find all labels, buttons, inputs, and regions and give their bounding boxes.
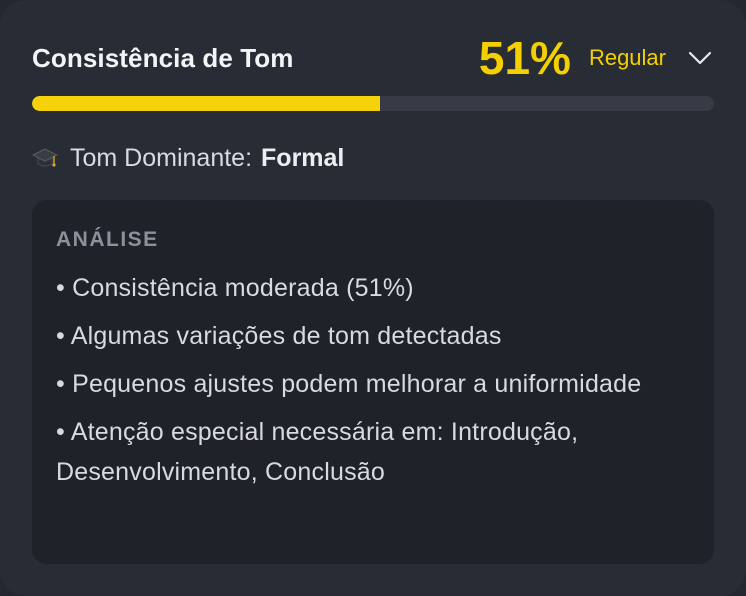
analysis-panel: ANÁLISE • Consistência moderada (51%) • … [32,200,714,564]
dominant-tone-value: Formal [261,143,345,172]
list-item: • Consistência moderada (51%) [56,274,414,302]
chevron-down-icon[interactable] [688,46,712,70]
analysis-heading: ANÁLISE [56,228,159,251]
list-item: • Algumas variações de tom detectadas [56,322,502,350]
dominant-tone-label: Tom Dominante: [70,143,253,172]
dominant-tone-row: Tom Dominante: Formal [32,140,344,176]
card-header[interactable]: Consistência de Tom 51% Regular [32,32,712,84]
tone-consistency-card: Consistência de Tom 51% Regular Tom Domi… [0,0,746,596]
graduation-cap-icon [32,145,58,171]
rating-label: Regular [588,45,666,70]
score-percentage: 51% [478,32,571,84]
progress-fill [32,96,380,111]
analysis-list: • Consistência moderada (51%) • Algumas … [56,268,690,492]
consistency-progress-bar [32,96,714,111]
list-item: • Atenção especial necessária em: Introd… [56,418,579,486]
list-item: • Pequenos ajustes podem melhorar a unif… [56,370,642,398]
card-title: Consistência de Tom [32,42,294,73]
